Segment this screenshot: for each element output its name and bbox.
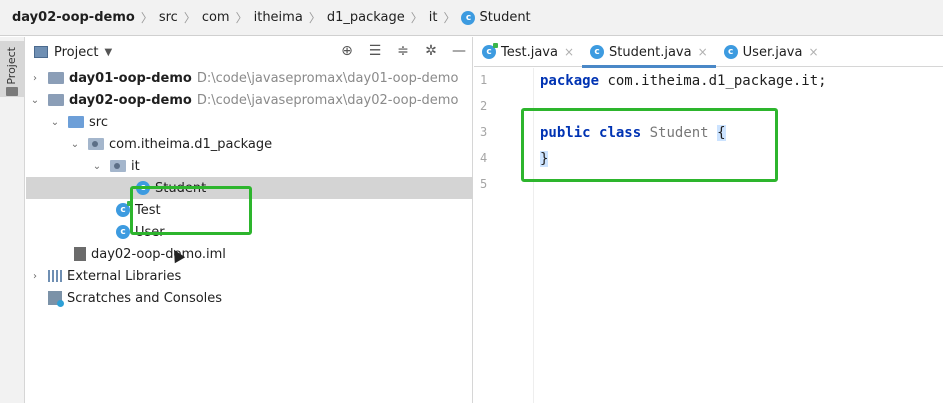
tree-item-label: it — [131, 158, 140, 174]
tree-item-com-itheima-d1-package[interactable]: ⌄ com.itheima.d1_package — [26, 133, 473, 155]
tree-item-src[interactable]: ⌄ src — [26, 111, 473, 133]
line-number: 1 — [480, 73, 488, 87]
line-number: 5 — [480, 177, 488, 191]
project-view-icon — [34, 46, 48, 58]
module-path: D:\code\javasepromax\day01-oop-demo — [196, 70, 459, 86]
project-tool-label: Project — [5, 47, 18, 85]
tree-item-label: day01-oop-demo — [69, 70, 192, 86]
highlight-box-package — [130, 186, 252, 235]
package-icon — [110, 160, 126, 172]
tree-item-external-libraries[interactable]: › External Libraries — [26, 265, 473, 287]
breadcrumb-d1-package[interactable]: d1_package — [327, 10, 405, 25]
package-name: com.itheima.d1_package.it; — [599, 73, 827, 89]
tree-item-scratches[interactable]: Scratches and Consoles — [26, 287, 473, 309]
tab-label: Student.java — [609, 44, 692, 60]
tree-item-label: day02-oop-demo.iml — [91, 246, 226, 262]
tree-item-label: src — [89, 114, 108, 130]
breadcrumb-separator: 〉 — [308, 11, 321, 25]
tab-label: Test.java — [501, 44, 558, 60]
tree-item-day01-oop-demo[interactable]: › day01-oop-demo D:\code\javasepromax\da… — [26, 67, 473, 89]
class-icon: c — [590, 45, 605, 59]
close-icon[interactable]: × — [808, 45, 818, 59]
hide-icon[interactable]: — — [451, 43, 467, 59]
project-panel: Project ▼ ⊕ ☰ ≑ ✲ — › day01-oop-demo D:\… — [26, 37, 473, 403]
tree-item-label: day02-oop-demo — [69, 92, 192, 108]
chevron-down-icon[interactable]: ⌄ — [48, 117, 62, 128]
highlight-box-code — [521, 108, 778, 182]
tree-item-label: External Libraries — [67, 268, 182, 284]
breadcrumb-itheima[interactable]: itheima — [254, 10, 303, 25]
project-panel-header: Project ▼ ⊕ ☰ ≑ ✲ — — [26, 37, 473, 67]
code-line-1[interactable]: package com.itheima.d1_package.it; — [540, 71, 827, 91]
breadcrumb: day02-oop-demo 〉 src 〉 com 〉 itheima 〉 d… — [0, 0, 943, 36]
class-icon: c — [723, 45, 738, 59]
chevron-right-icon[interactable]: › — [28, 271, 42, 282]
line-number: 4 — [480, 151, 488, 165]
breadcrumb-com[interactable]: com — [202, 10, 230, 25]
breadcrumb-project[interactable]: day02-oop-demo — [12, 10, 135, 25]
source-folder-icon — [68, 116, 84, 128]
main-class-icon: c — [482, 43, 498, 59]
line-number: 2 — [480, 99, 488, 113]
chevron-down-icon[interactable]: ⌄ — [90, 161, 104, 172]
tree-item-label: Scratches and Consoles — [67, 290, 223, 306]
tab-user-java[interactable]: c User.java × — [716, 37, 827, 67]
main-class-icon: c — [116, 201, 132, 217]
line-number: 3 — [480, 125, 488, 139]
tree-item-label: com.itheima.d1_package — [109, 136, 273, 152]
collapse-all-icon[interactable]: ≑ — [395, 43, 411, 59]
breadcrumb-src[interactable]: src — [159, 10, 178, 25]
tab-test-java[interactable]: c Test.java × — [474, 37, 582, 67]
library-icon — [48, 270, 62, 282]
tab-student-java[interactable]: c Student.java × — [582, 37, 716, 68]
tab-label: User.java — [742, 44, 803, 60]
breadcrumb-student[interactable]: Student — [479, 10, 530, 25]
locate-icon[interactable]: ⊕ — [339, 43, 355, 59]
module-folder-icon — [48, 72, 64, 84]
editor-panel: c Test.java × c Student.java × c User.ja… — [474, 37, 943, 403]
tool-window-strip: Project — [0, 37, 25, 403]
tree-item-it[interactable]: ⌄ it — [26, 155, 473, 177]
breadcrumb-separator: 〉 — [183, 11, 196, 25]
chevron-down-icon[interactable]: ⌄ — [28, 95, 42, 106]
breadcrumb-separator: 〉 — [235, 11, 248, 25]
keyword-package: package — [540, 73, 600, 89]
module-folder-icon — [48, 94, 64, 106]
breadcrumb-it[interactable]: it — [429, 10, 438, 25]
close-icon[interactable]: × — [564, 45, 574, 59]
module-file-icon — [74, 247, 86, 261]
close-icon[interactable]: × — [698, 45, 708, 59]
editor-tabs: c Test.java × c Student.java × c User.ja… — [474, 37, 943, 68]
chevron-down-icon[interactable]: ▼ — [104, 47, 112, 58]
class-icon: c — [116, 225, 130, 239]
chevron-right-icon[interactable]: › — [28, 73, 42, 84]
breadcrumb-separator: 〉 — [443, 11, 456, 25]
expand-all-icon[interactable]: ☰ — [367, 43, 383, 59]
tree-item-iml[interactable]: day02-oop-demo.iml — [26, 243, 473, 265]
folder-icon — [6, 87, 18, 96]
class-icon: c — [461, 10, 476, 25]
package-icon — [88, 138, 104, 150]
tree-item-day02-oop-demo[interactable]: ⌄ day02-oop-demo D:\code\javasepromax\da… — [26, 89, 473, 111]
project-view-selector[interactable]: Project — [54, 45, 98, 60]
gear-icon[interactable]: ✲ — [423, 43, 439, 59]
breadcrumb-separator: 〉 — [140, 11, 153, 25]
chevron-down-icon[interactable]: ⌄ — [68, 139, 82, 150]
module-path: D:\code\javasepromax\day02-oop-demo — [196, 92, 459, 108]
project-toolbar: ⊕ ☰ ≑ ✲ — — [339, 43, 467, 59]
scratches-icon — [48, 291, 64, 307]
breadcrumb-separator: 〉 — [410, 11, 423, 25]
